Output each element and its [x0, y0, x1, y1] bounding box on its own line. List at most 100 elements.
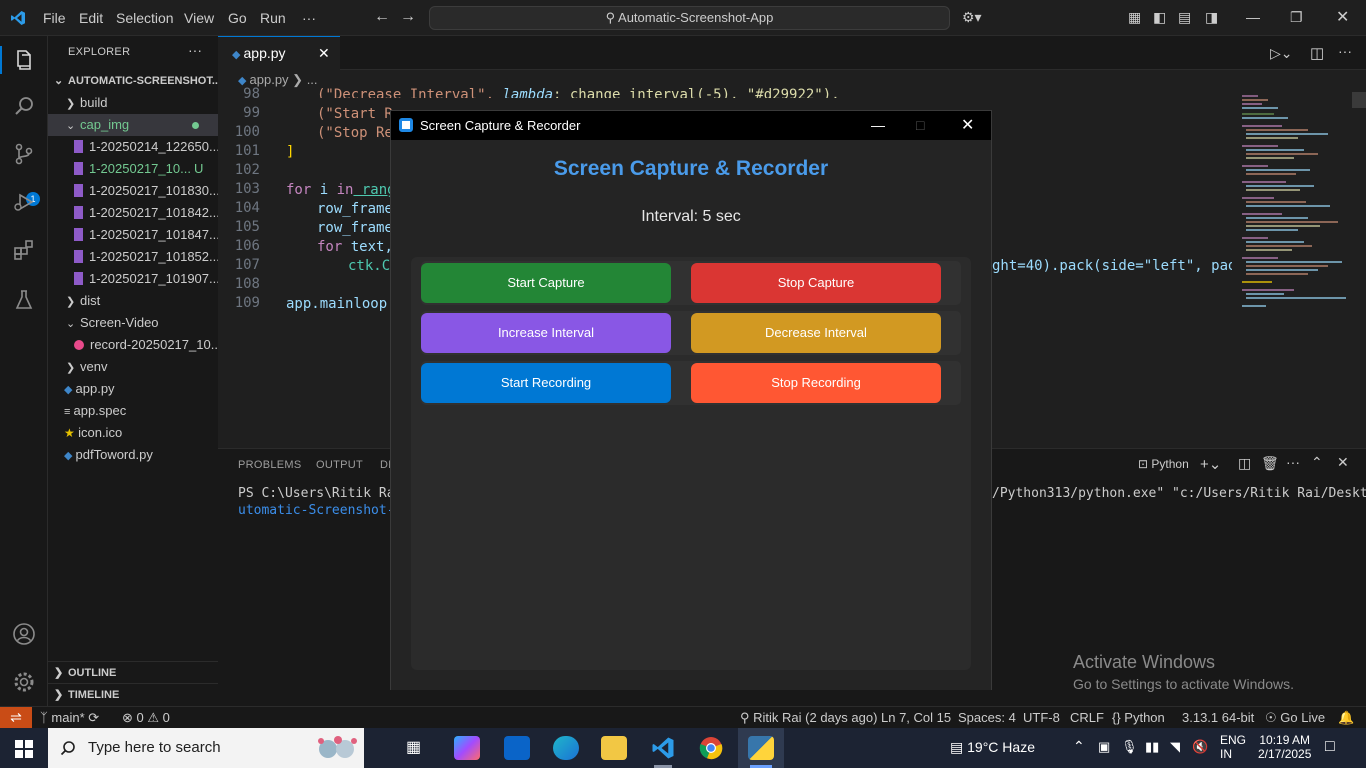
split-terminal-icon[interactable]: ◫: [1238, 455, 1251, 472]
explorer-more-icon[interactable]: ···: [188, 42, 202, 58]
git-blame[interactable]: ⚲ Ritik Rai (2 days ago): [740, 710, 877, 726]
tree-item-app-spec[interactable]: ≡ app.spec: [48, 400, 218, 422]
outlook-icon[interactable]: [504, 736, 530, 760]
notifications-bell-icon[interactable]: 🔔: [1338, 710, 1354, 726]
forward-arrow-icon[interactable]: →: [400, 8, 416, 26]
start-recording-button[interactable]: Start Recording: [421, 363, 671, 403]
menu-run[interactable]: Run: [260, 10, 286, 26]
meet-now-icon[interactable]: ▣: [1098, 739, 1110, 755]
taskbar-search-box[interactable]: Type here to search: [48, 728, 364, 768]
split-editor-icon[interactable]: ◫: [1310, 44, 1324, 62]
maximize-panel-icon[interactable]: ⌃: [1311, 454, 1323, 471]
menu-edit[interactable]: Edit: [79, 10, 103, 26]
cursor-position[interactable]: Ln 7, Col 15: [881, 710, 951, 725]
tree-item-image[interactable]: 1-20250214_122650...: [48, 136, 218, 158]
stop-recording-button[interactable]: Stop Recording: [691, 363, 941, 403]
restore-icon[interactable]: ❐: [1290, 9, 1303, 26]
tab-app-py[interactable]: ◆ app.py ✕: [218, 36, 340, 70]
new-terminal-icon[interactable]: +⌄: [1200, 455, 1221, 473]
timeline-section[interactable]: ❯ TIMELINE: [48, 683, 218, 705]
app-maximize-icon[interactable]: □: [916, 111, 924, 140]
vscode-taskbar-icon[interactable]: [650, 736, 676, 760]
breadcrumb-file[interactable]: app.py: [250, 72, 289, 87]
tree-item-cap-img[interactable]: ⌄ cap_img: [48, 114, 218, 136]
tree-item-screen-video[interactable]: ⌄ Screen-Video: [48, 312, 218, 334]
outline-section[interactable]: ❯ OUTLINE: [48, 661, 218, 683]
problems-indicator[interactable]: ⊗ 0 ⚠ 0: [122, 710, 170, 726]
chrome-icon[interactable]: [699, 736, 723, 760]
clock[interactable]: 10:19 AM 2/17/2025: [1258, 733, 1311, 761]
encoding[interactable]: UTF-8: [1023, 710, 1060, 725]
extensions-icon[interactable]: [12, 238, 36, 262]
tree-item-pdftoword[interactable]: ◆ pdfToword.py: [48, 444, 218, 466]
source-control-icon[interactable]: [12, 142, 36, 166]
python-app-active-slot[interactable]: [738, 728, 784, 768]
remote-indicator-icon[interactable]: ⇌: [0, 707, 32, 729]
run-file-icon[interactable]: ▷⌄: [1270, 45, 1293, 62]
scrollbar-thumb[interactable]: [1352, 92, 1366, 108]
menu-view[interactable]: View: [184, 10, 214, 26]
end-of-line[interactable]: CRLF: [1070, 710, 1104, 725]
python-interpreter[interactable]: 3.13.1 64-bit: [1182, 710, 1254, 725]
run-debug-icon[interactable]: [12, 190, 36, 214]
edge-icon[interactable]: [553, 736, 579, 760]
menu-go[interactable]: Go: [228, 10, 247, 26]
branch-indicator[interactable]: ᛉ main* ⟳: [40, 710, 99, 726]
minimize-icon[interactable]: —: [1246, 9, 1260, 25]
windows-start-icon[interactable]: [15, 740, 33, 758]
wifi-icon[interactable]: ◥: [1170, 739, 1180, 755]
settings-gear-icon[interactable]: [12, 670, 36, 694]
app-minimize-icon[interactable]: —: [871, 111, 885, 140]
weather-widget[interactable]: ▤ 19°C Haze: [950, 739, 1035, 756]
layout-customize-icon[interactable]: ▦: [1128, 9, 1141, 26]
tab-close-icon[interactable]: ✕: [318, 37, 330, 70]
tree-item-venv[interactable]: ❯ venv: [48, 356, 218, 378]
explorer-icon[interactable]: [12, 48, 36, 72]
file-explorer-icon[interactable]: [601, 736, 627, 760]
minimap[interactable]: [1238, 92, 1350, 322]
toggle-panel-icon[interactable]: ▤: [1178, 9, 1191, 26]
menu-file[interactable]: File: [43, 10, 66, 26]
language-indicator[interactable]: ENG IN: [1220, 733, 1246, 761]
start-capture-button[interactable]: Start Capture: [421, 263, 671, 303]
toggle-secondary-sidebar-icon[interactable]: ◨: [1205, 9, 1218, 26]
testing-flask-icon[interactable]: [12, 288, 36, 312]
menu-more[interactable]: ···: [302, 10, 316, 26]
command-center-search[interactable]: ⚲ Automatic-Screenshot-App: [429, 6, 950, 30]
close-icon[interactable]: ✕: [1336, 7, 1349, 27]
notifications-icon[interactable]: □: [1325, 738, 1335, 756]
tree-item-image[interactable]: 1-20250217_101847...: [48, 224, 218, 246]
battery-icon[interactable]: ▮▮: [1145, 739, 1159, 755]
tree-item-image[interactable]: 1-20250217_101907...: [48, 268, 218, 290]
panel-more-icon[interactable]: ···: [1286, 454, 1300, 470]
language-mode[interactable]: {} Python: [1112, 710, 1165, 725]
terminal-selector[interactable]: ⊡ Python: [1138, 457, 1189, 471]
trash-icon[interactable]: 🗑: [1261, 455, 1279, 472]
microphone-icon[interactable]: 🎙: [1121, 739, 1138, 755]
menu-selection[interactable]: Selection: [116, 10, 174, 26]
tab-output[interactable]: OUTPUT: [316, 459, 363, 471]
copilot-icon[interactable]: ⚙▾: [962, 9, 982, 26]
tree-item-icon-ico[interactable]: ★ icon.ico: [48, 422, 218, 444]
task-view-icon[interactable]: ▦: [406, 737, 421, 757]
tree-item-video[interactable]: record-20250217_10...: [48, 334, 218, 356]
back-arrow-icon[interactable]: ←: [374, 8, 390, 26]
search-icon[interactable]: [12, 94, 36, 118]
indentation[interactable]: Spaces: 4: [958, 710, 1016, 725]
toggle-sidebar-icon[interactable]: ◧: [1153, 9, 1166, 26]
tree-item-image[interactable]: 1-20250217_101830...: [48, 180, 218, 202]
account-icon[interactable]: [12, 622, 36, 646]
tab-problems[interactable]: PROBLEMS: [238, 459, 302, 471]
show-hidden-icons-icon[interactable]: ⌃: [1073, 738, 1085, 755]
close-panel-icon[interactable]: ✕: [1337, 454, 1349, 471]
stop-capture-button[interactable]: Stop Capture: [691, 263, 941, 303]
editor-more-icon[interactable]: ···: [1338, 43, 1352, 59]
copilot-taskbar-icon[interactable]: [454, 736, 480, 760]
app-close-icon[interactable]: ✕: [961, 111, 974, 140]
tree-item-build[interactable]: ❯ build: [48, 92, 218, 114]
tree-item-image[interactable]: 1-20250217_101852...: [48, 246, 218, 268]
decrease-interval-button[interactable]: Decrease Interval: [691, 313, 941, 353]
app-title-bar[interactable]: Screen Capture & Recorder — □ ✕: [391, 111, 991, 140]
volume-muted-icon[interactable]: 🔇: [1192, 739, 1208, 755]
tree-item-app-py[interactable]: ◆ app.py: [48, 378, 218, 400]
